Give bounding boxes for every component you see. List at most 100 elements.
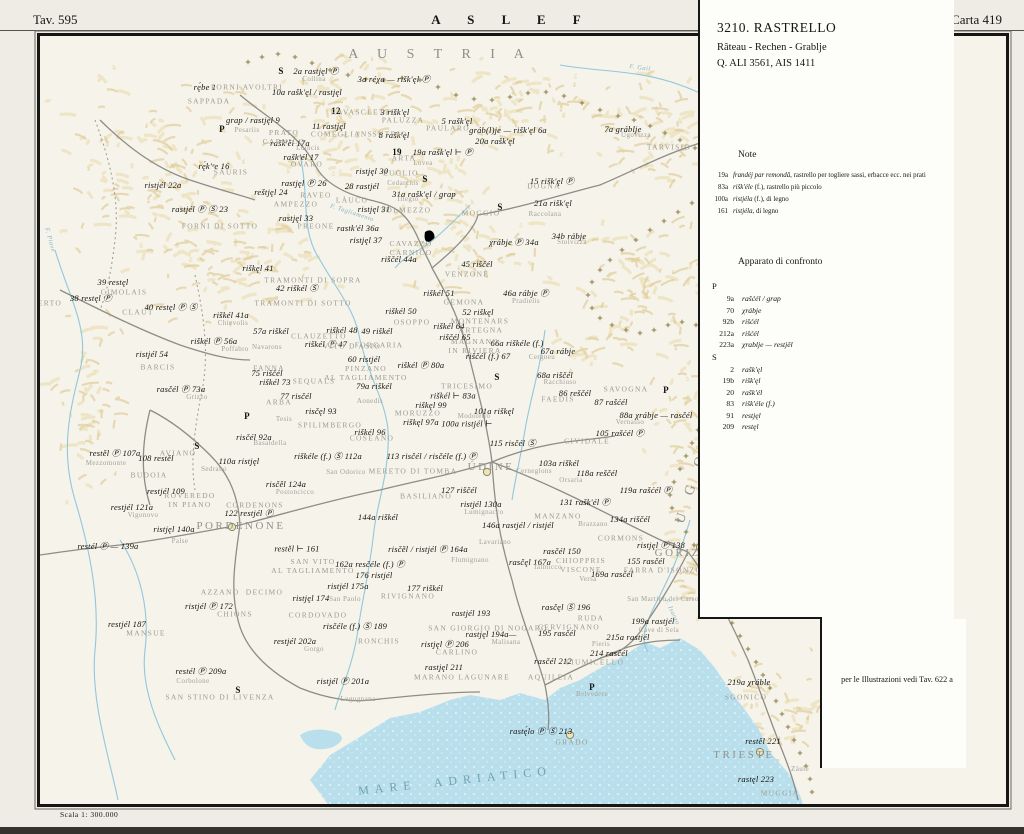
map-place-label: CERVIGNANO — [538, 622, 600, 632]
map-place-label: FANNA — [253, 363, 285, 373]
map-place-label: Vigonovo — [127, 511, 159, 519]
map-place-label: Versa — [579, 575, 597, 583]
apparato-row: 19b rišk'ęl — [722, 376, 761, 385]
illustrations-box-border — [820, 617, 822, 768]
map-place-label: CAVAZZO CARNICO — [389, 239, 433, 257]
map-place-label: Basaldella — [253, 439, 287, 447]
map-place-label: MUGGIA — [760, 788, 800, 798]
notes-list: 19a frandéj par remondâ, rastrello per to… — [708, 172, 950, 220]
map-place-label: FORGARIA — [354, 340, 404, 350]
map-point-label: risčéle (f.) Ⓢ 189 — [322, 621, 388, 631]
atlas-page: Tav. 595 A S L E F Carta 419 S 2a rastjęl… — [0, 0, 1024, 834]
map-place-label: PINZANO AL TAGLIAMENTO — [324, 364, 408, 382]
map-place-label: Palse — [171, 537, 189, 545]
map-point-label: ristjęl 37 — [349, 235, 383, 245]
map-place-label: DOGNA — [527, 181, 561, 191]
map-place-label: FAEDIS — [541, 394, 575, 404]
apparato-row: 91 restjęl — [726, 410, 761, 420]
apparato-row: 83 rišk'éle (f.) — [726, 399, 775, 408]
map-place-label: VENZONE — [444, 269, 490, 279]
map-point-label: riškéle (f.) Ⓢ 112a — [294, 451, 362, 461]
map-place-label: COSEANO — [349, 433, 395, 443]
map-place-label: Malisana — [491, 638, 521, 646]
map-place-label: Lumignacco — [464, 508, 504, 516]
map-place-label: MERETO DI TOMBA — [368, 466, 458, 476]
map-place-label: Ugovizza — [620, 131, 652, 139]
map-point-label: 79a riškél — [356, 381, 392, 391]
map-place-label: Cedarchis — [387, 179, 419, 187]
map-point-label: restěl Ⓟ 107a — [89, 448, 141, 458]
map-place-label: Orsaria — [559, 476, 583, 484]
map-point-label: grap / rastjęl 9 — [226, 115, 280, 125]
map-place-label: Postoncicco — [275, 488, 315, 496]
river-label: F. Gail — [628, 63, 652, 73]
map-place-label: MARANO LAGUNARE — [414, 672, 510, 682]
map-point-label: restjél 187 — [107, 619, 147, 629]
map-place-label: SAN STINO DI LIVENZA — [165, 692, 275, 702]
apparato-group: S — [712, 351, 717, 362]
map-place-label: PREONE — [297, 221, 335, 231]
map-point-label: ristjél Ⓟ 201a — [316, 676, 370, 686]
map-place-label: ERTO — [40, 298, 63, 308]
map-point-label: S — [494, 372, 500, 382]
map-point-label: riškęl 97a — [403, 417, 439, 427]
map-place-label: BARCIS — [140, 362, 176, 372]
map-place-label: Gorgo — [304, 645, 324, 653]
map-place-label: MANSUE — [126, 628, 166, 638]
apparato-row: 209 restęl — [722, 422, 759, 431]
map-place-label: Racchiuso — [543, 378, 577, 386]
map-place-label: Modoletto — [457, 412, 491, 420]
map-place-label: ARBA — [265, 397, 293, 407]
map-place-label: Cerneglons — [516, 467, 552, 475]
map-point-label: P — [244, 411, 250, 421]
map-place-label: RIVIGNANO — [380, 591, 436, 601]
river-label: F. Piave — [43, 226, 57, 254]
map-place-label: TRICESIMO — [440, 381, 494, 391]
note-row: 100a ristjéla (f.), di legno — [714, 196, 789, 203]
map-place-label: Luincis — [296, 144, 320, 152]
map-point-label: 176 ristjél — [355, 570, 393, 580]
map-place-label: Mezzomonte — [85, 459, 127, 467]
map-point-label: 144a riškél — [357, 512, 399, 522]
map-place-label: Brazzano — [578, 520, 608, 528]
map-point-label: 39 restęl — [97, 277, 129, 287]
map-place-label: Corbolone — [176, 677, 210, 685]
map-place-label: CHIONS — [217, 609, 253, 619]
map-point-label: 57a riškél — [253, 326, 289, 336]
map-point-label: 49 riškél — [361, 326, 393, 336]
apparato-header: Apparato di confronto — [738, 257, 823, 267]
map-place-label: Lugugnana — [340, 695, 376, 703]
map-point-label: risčęl 93 — [305, 406, 337, 416]
map-place-label: Flumignano — [451, 556, 489, 564]
apparato-row: 223a χrablje — restjěl — [719, 340, 793, 349]
map-point-label: 115 risčél Ⓢ — [489, 438, 537, 448]
map-place-label: Zàule — [791, 765, 809, 773]
page-bottom-edge — [0, 827, 1024, 834]
map-place-label: CLAUT — [122, 307, 154, 317]
map-place-label: MOGGIO — [461, 208, 501, 218]
map-place-label: TRAMONTI DI SOTTO — [254, 298, 352, 308]
map-point-label: rastjęl 211 — [424, 662, 464, 672]
map-point-label: P — [663, 385, 669, 395]
map-place-label: SUTRIO — [372, 129, 408, 139]
apparato-list: P 9a rašćél / grap 70 χrábje 92b rišćél 212a riš… — [708, 280, 948, 433]
map-place-label: CORDENONS — [226, 500, 284, 510]
map-point-label: S — [278, 66, 284, 76]
map-place-label: SGONICO — [724, 692, 768, 702]
map-place-label: FARRA D'ISONZO — [623, 565, 703, 575]
map-place-label: SAVOGNA — [603, 384, 649, 394]
map-point-label: 219a χráble — [727, 677, 771, 687]
map-place-label: SAPPADA — [187, 96, 231, 106]
map-point-label: 131 rašk'él Ⓟ — [559, 497, 611, 507]
map-place-label: RAVEO — [300, 190, 332, 200]
map-place-label: FORNI AVOLTRI — [210, 82, 284, 92]
map-place-label: Ialmicco — [534, 563, 562, 571]
map-place-label: A U S T R I A — [348, 47, 532, 62]
map-point-label: 119a rašćél Ⓟ — [619, 485, 673, 495]
map-point-label: 100a ristjél ⊢ — [441, 418, 493, 429]
map-place-label: SAN VITO AL TAGLIAMENTO — [271, 557, 355, 575]
map-place-label: SPILIMBERGO — [297, 420, 363, 430]
apparato-group: P — [712, 281, 717, 291]
map-place-label: Vernasso — [615, 418, 645, 426]
map-point-label: ristjél 54 — [135, 349, 169, 359]
